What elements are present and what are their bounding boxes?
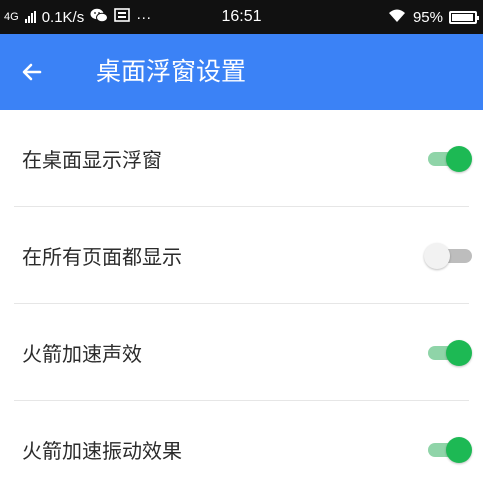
status-right: 95% [387, 0, 479, 34]
setting-label: 在桌面显示浮窗 [22, 148, 162, 172]
setting-row-desktop-float: 在桌面显示浮窗 [0, 110, 483, 207]
wifi-icon [387, 8, 407, 27]
back-button[interactable] [14, 54, 50, 90]
setting-row-all-pages: 在所有页面都显示 [0, 207, 483, 304]
battery-percent: 95% [412, 8, 443, 26]
back-arrow-icon [22, 63, 42, 81]
status-bar: 4G 0.1K/s ··· 16:51 95% [0, 0, 483, 34]
page-title: 桌面浮窗设置 [96, 57, 247, 86]
battery-icon [449, 10, 479, 24]
setting-row-rocket-sound: 火箭加速声效 [0, 304, 483, 401]
setting-label: 火箭加速声效 [22, 342, 142, 366]
settings-list: 在桌面显示浮窗 在所有页面都显示 火箭加速声效 火箭加速振动效果 [0, 110, 483, 498]
desktop-float-toggle[interactable] [428, 145, 474, 173]
rocket-vibration-toggle[interactable] [428, 436, 474, 464]
app-bar: 桌面浮窗设置 [0, 34, 483, 110]
setting-label: 火箭加速振动效果 [22, 439, 182, 463]
setting-label: 在所有页面都显示 [22, 245, 182, 269]
setting-row-rocket-vibration: 火箭加速振动效果 [0, 401, 483, 498]
all-pages-toggle[interactable] [424, 242, 474, 270]
rocket-sound-toggle[interactable] [428, 339, 474, 367]
